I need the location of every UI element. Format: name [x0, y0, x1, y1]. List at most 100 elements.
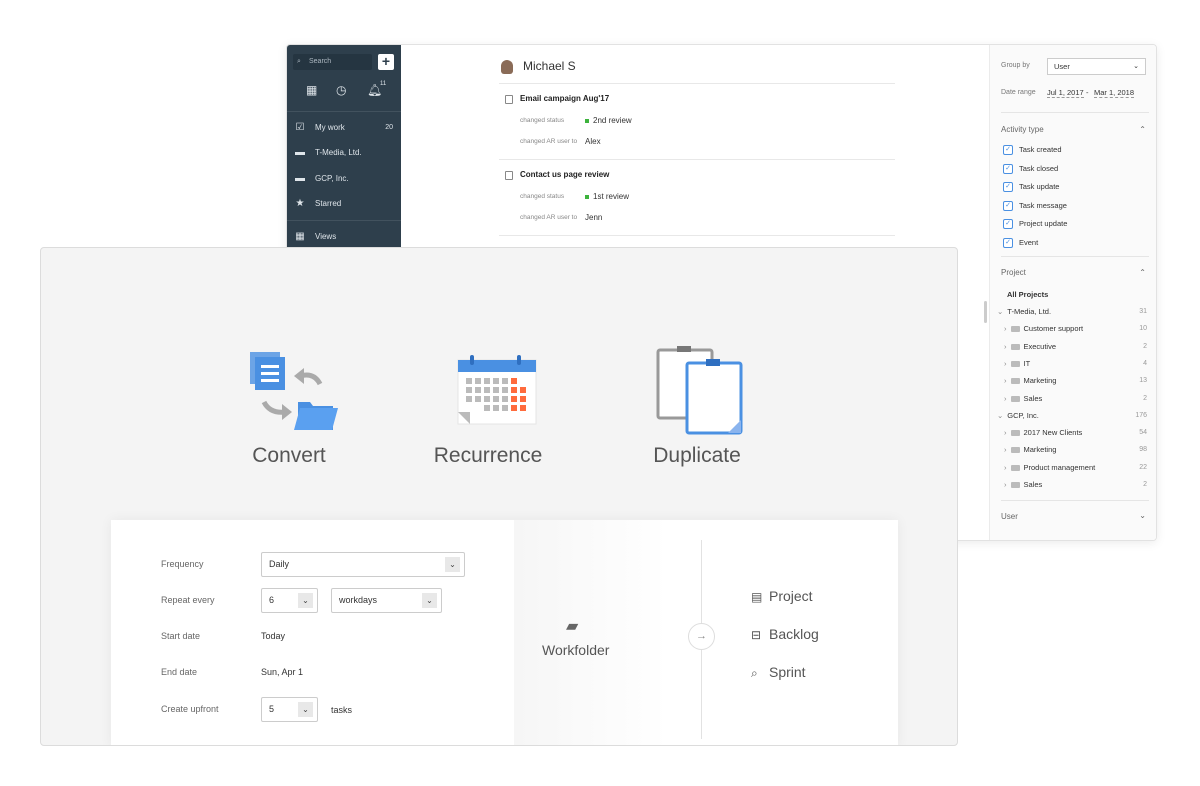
timer-icon[interactable]: ◷ — [336, 83, 346, 97]
project-icon: ▤ — [751, 590, 763, 604]
change-value-text: 2nd review — [593, 116, 632, 125]
divider — [499, 83, 895, 84]
project-heading[interactable]: Project — [1001, 268, 1026, 277]
chevron-up-icon[interactable]: ⌃ — [1139, 125, 1146, 134]
folder-icon — [1010, 430, 1020, 437]
calendar-cell — [484, 396, 490, 402]
sidebar-item[interactable]: ★ Starred — [293, 195, 395, 213]
task-title[interactable]: Email campaign Aug'17 — [520, 94, 609, 103]
project-count: 10 — [1139, 325, 1147, 333]
target-label: Sprint — [769, 664, 806, 680]
project-name: Executive — [1023, 341, 1057, 351]
chevron-down-icon: ⌄ — [298, 702, 313, 717]
repeat-unit-select[interactable]: workdays ⌄ — [331, 588, 442, 613]
frequency-value: Daily — [269, 559, 290, 569]
date-separator: - — [1086, 88, 1089, 97]
sidebar-item[interactable]: ▦ Views — [293, 228, 395, 246]
project-name: Marketing — [1023, 376, 1057, 386]
date-from[interactable]: Jul 1, 2017 — [1047, 88, 1084, 98]
project-tree-item[interactable]: › Sales — [1004, 480, 1042, 489]
calendar-cell — [520, 387, 526, 393]
scrollbar[interactable] — [984, 301, 987, 323]
sprint-icon: ⌕ — [751, 666, 758, 680]
project-tree-item[interactable]: › Sales — [1004, 394, 1042, 403]
search-input[interactable]: ⌕ Search — [293, 54, 372, 70]
add-button[interactable]: + — [378, 54, 394, 70]
all-projects[interactable]: All Projects — [1007, 290, 1048, 299]
group-by-value: User — [1054, 62, 1070, 71]
convert-icon — [250, 352, 338, 430]
chevron-right-icon[interactable]: › — [1004, 394, 1007, 403]
target-backlog[interactable]: ⊟ Backlog — [751, 626, 819, 642]
folder-icon — [1010, 395, 1020, 402]
frequency-select[interactable]: Daily ⌄ — [261, 552, 465, 577]
activity-checkbox[interactable]: ✓ — [1003, 182, 1013, 192]
folder-icon: ▰ — [566, 618, 579, 635]
chevron-right-icon[interactable]: › — [1004, 376, 1007, 385]
sidebar-item-label: Starred — [315, 199, 342, 208]
sidebar-item[interactable]: ▬ T-Media, Ltd. — [293, 144, 395, 162]
end-date-value[interactable]: Sun, Apr 1 — [261, 667, 303, 677]
project-tree-item[interactable]: › Customer support — [1004, 324, 1083, 333]
project-count: 98 — [1139, 446, 1147, 454]
date-to[interactable]: Mar 1, 2018 — [1094, 88, 1135, 98]
project-count: 2 — [1143, 394, 1147, 402]
target-sprint[interactable]: ⌕ Sprint — [751, 664, 806, 681]
project-tree-item[interactable]: › Marketing — [1004, 376, 1056, 385]
calendar-cell — [502, 405, 508, 411]
chevron-down-icon: ⌄ — [445, 557, 460, 572]
project-tree-item[interactable]: › 2017 New Clients — [1004, 428, 1082, 437]
upfront-select[interactable]: 5 ⌄ — [261, 697, 318, 722]
project-tree-item[interactable]: › Marketing — [1004, 445, 1056, 454]
change-value: 1st review — [585, 192, 629, 201]
calendar-cell — [520, 396, 526, 402]
chevron-up-icon[interactable]: ⌃ — [1139, 268, 1146, 277]
activity-checkbox[interactable]: ✓ — [1003, 219, 1013, 229]
chevron-right-icon[interactable]: › — [1004, 359, 1007, 368]
divider — [287, 220, 401, 221]
repeat-count-select[interactable]: 6 ⌄ — [261, 588, 318, 613]
activity-label: Project update — [1019, 219, 1068, 228]
target-project[interactable]: ▤ Project — [751, 588, 813, 604]
chevron-down-icon[interactable]: ⌄ — [1139, 511, 1146, 520]
activity-checkbox[interactable]: ✓ — [1003, 237, 1013, 248]
group-by-select[interactable]: User ⌄ — [1047, 58, 1146, 75]
folder-icon — [1010, 343, 1020, 350]
feature-recurrence[interactable]: Recurrence — [388, 444, 588, 468]
chevron-right-icon[interactable]: › — [1004, 324, 1007, 333]
sidebar-item[interactable]: ▬ GCP, Inc. — [293, 170, 395, 188]
activity-checkbox[interactable]: ✓ — [1003, 145, 1013, 155]
feature-convert[interactable]: Convert — [189, 444, 389, 468]
project-tree-item[interactable]: ⌄ GCP, Inc. — [997, 411, 1039, 420]
project-count: 176 — [1135, 411, 1147, 419]
chevron-right-icon[interactable]: › — [1004, 342, 1007, 351]
filters-panel: Group by User ⌄ Date range Jul 1, 2017 - … — [989, 45, 1156, 540]
chevron-down-icon[interactable]: ⌄ — [997, 307, 1003, 316]
calendar-cell — [511, 378, 517, 384]
activity-checkbox[interactable]: ✓ — [1003, 200, 1013, 211]
chevron-right-icon[interactable]: › — [1004, 463, 1007, 472]
user-heading[interactable]: User — [1001, 512, 1018, 521]
start-date-value[interactable]: Today — [261, 631, 285, 641]
project-tree-item[interactable]: ⌄ T-Media, Ltd. — [997, 307, 1051, 316]
chevron-right-icon[interactable]: › — [1004, 428, 1007, 437]
notification-count: 11 — [380, 81, 387, 87]
project-tree-item[interactable]: › IT — [1004, 359, 1030, 368]
project-count: 13 — [1139, 377, 1147, 385]
project-tree-item[interactable]: › Executive — [1004, 342, 1056, 351]
chevron-down-icon[interactable]: ⌄ — [997, 411, 1003, 420]
feature-duplicate[interactable]: Duplicate — [597, 444, 797, 468]
project-tree-item[interactable]: › Product management — [1004, 463, 1095, 472]
task-title[interactable]: Contact us page review — [520, 170, 609, 179]
sidebar-item[interactable]: ☑ My work 20 — [293, 119, 395, 137]
chevron-right-icon[interactable]: › — [1004, 480, 1007, 489]
calendar-cell — [466, 378, 472, 384]
project-count: 54 — [1139, 429, 1147, 437]
project-name: IT — [1023, 358, 1031, 368]
dashboard-icon[interactable]: ▦ — [306, 83, 317, 97]
backlog-icon: ⊟ — [751, 628, 762, 642]
activity-checkbox[interactable]: ✓ — [1003, 163, 1013, 174]
chevron-right-icon[interactable]: › — [1004, 445, 1007, 454]
activity-type-heading[interactable]: Activity type — [1001, 125, 1044, 134]
folder-icon — [1010, 360, 1020, 367]
